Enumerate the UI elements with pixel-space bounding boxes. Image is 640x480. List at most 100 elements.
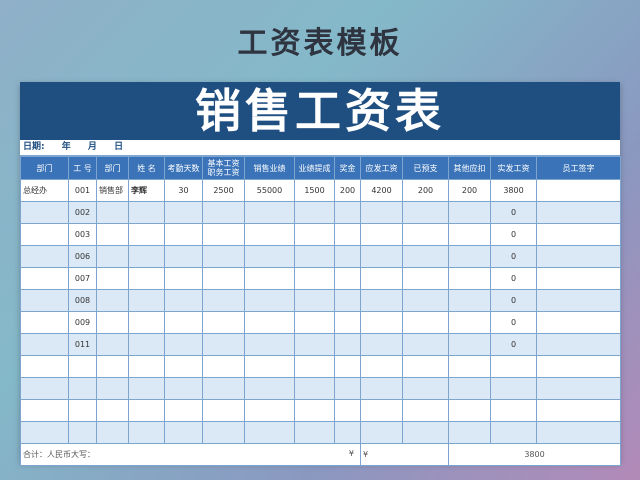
- table-cell[interactable]: [294, 311, 335, 334]
- table-cell[interactable]: 1500: [294, 179, 335, 202]
- table-cell[interactable]: [96, 377, 129, 400]
- table-cell[interactable]: [96, 267, 129, 290]
- table-cell[interactable]: [360, 223, 403, 246]
- table-cell[interactable]: [294, 355, 335, 378]
- table-cell[interactable]: [294, 267, 335, 290]
- table-cell[interactable]: [334, 201, 361, 224]
- table-cell[interactable]: [448, 223, 491, 246]
- table-cell[interactable]: 0: [490, 289, 537, 312]
- table-cell[interactable]: [536, 245, 621, 268]
- table-cell[interactable]: 3800: [490, 179, 537, 202]
- total-amount-cell[interactable]: 3800: [448, 443, 621, 466]
- table-cell[interactable]: [164, 245, 203, 268]
- table-cell[interactable]: [96, 333, 129, 356]
- table-cell[interactable]: [536, 223, 621, 246]
- table-cell[interactable]: [402, 399, 449, 422]
- table-cell[interactable]: [360, 245, 403, 268]
- table-cell[interactable]: [164, 223, 203, 246]
- table-cell[interactable]: [128, 289, 165, 312]
- table-cell[interactable]: [96, 245, 129, 268]
- table-cell[interactable]: [68, 399, 97, 422]
- table-cell[interactable]: [536, 311, 621, 334]
- table-cell[interactable]: [202, 355, 245, 378]
- table-cell[interactable]: [402, 333, 449, 356]
- table-cell[interactable]: [402, 223, 449, 246]
- table-cell[interactable]: [164, 267, 203, 290]
- table-cell[interactable]: [202, 223, 245, 246]
- table-cell[interactable]: 200: [448, 179, 491, 202]
- total-label-cell[interactable]: 合计：人民币大写： ¥: [20, 443, 361, 466]
- table-cell[interactable]: [202, 421, 245, 444]
- table-cell[interactable]: [68, 355, 97, 378]
- table-cell[interactable]: [294, 421, 335, 444]
- table-cell[interactable]: [244, 267, 295, 290]
- table-cell[interactable]: [128, 201, 165, 224]
- table-cell[interactable]: [536, 355, 621, 378]
- table-cell[interactable]: [536, 333, 621, 356]
- table-cell[interactable]: [202, 377, 245, 400]
- table-cell[interactable]: [96, 421, 129, 444]
- table-cell[interactable]: [164, 289, 203, 312]
- table-cell[interactable]: [20, 421, 69, 444]
- table-cell[interactable]: 007: [68, 267, 97, 290]
- table-cell[interactable]: [402, 201, 449, 224]
- table-cell[interactable]: [360, 421, 403, 444]
- table-cell[interactable]: [294, 201, 335, 224]
- table-cell[interactable]: 销售部: [96, 179, 129, 202]
- table-cell[interactable]: [244, 333, 295, 356]
- table-cell[interactable]: [402, 377, 449, 400]
- table-cell[interactable]: [244, 355, 295, 378]
- table-cell[interactable]: 0: [490, 311, 537, 334]
- table-cell[interactable]: [334, 399, 361, 422]
- table-cell[interactable]: [20, 245, 69, 268]
- table-cell[interactable]: [96, 289, 129, 312]
- table-cell[interactable]: [448, 267, 491, 290]
- table-cell[interactable]: 2500: [202, 179, 245, 202]
- table-cell[interactable]: [334, 245, 361, 268]
- table-cell[interactable]: [294, 223, 335, 246]
- table-cell[interactable]: [334, 377, 361, 400]
- table-cell[interactable]: [164, 377, 203, 400]
- table-cell[interactable]: [360, 267, 403, 290]
- table-cell[interactable]: 002: [68, 201, 97, 224]
- table-cell[interactable]: [244, 223, 295, 246]
- table-cell[interactable]: [334, 289, 361, 312]
- table-cell[interactable]: [68, 421, 97, 444]
- table-cell[interactable]: 30: [164, 179, 203, 202]
- table-cell[interactable]: [68, 377, 97, 400]
- table-cell[interactable]: 0: [490, 245, 537, 268]
- table-cell[interactable]: [334, 223, 361, 246]
- table-cell[interactable]: [96, 311, 129, 334]
- table-cell[interactable]: [490, 377, 537, 400]
- table-cell[interactable]: [490, 355, 537, 378]
- table-cell[interactable]: [334, 311, 361, 334]
- table-cell[interactable]: [128, 223, 165, 246]
- table-cell[interactable]: 总经办: [20, 179, 69, 202]
- table-cell[interactable]: [448, 311, 491, 334]
- table-cell[interactable]: [96, 355, 129, 378]
- table-cell[interactable]: 李辉: [128, 179, 165, 202]
- table-cell[interactable]: [448, 421, 491, 444]
- table-cell[interactable]: [164, 333, 203, 356]
- table-cell[interactable]: [402, 245, 449, 268]
- table-cell[interactable]: [164, 355, 203, 378]
- table-cell[interactable]: [244, 399, 295, 422]
- table-cell[interactable]: 0: [490, 223, 537, 246]
- table-cell[interactable]: [360, 289, 403, 312]
- table-cell[interactable]: [128, 311, 165, 334]
- table-cell[interactable]: [448, 289, 491, 312]
- table-cell[interactable]: 003: [68, 223, 97, 246]
- table-cell[interactable]: [96, 201, 129, 224]
- table-cell[interactable]: [20, 355, 69, 378]
- table-cell[interactable]: [128, 267, 165, 290]
- table-cell[interactable]: [20, 311, 69, 334]
- table-cell[interactable]: [202, 267, 245, 290]
- table-cell[interactable]: [20, 399, 69, 422]
- table-cell[interactable]: [536, 179, 621, 202]
- table-cell[interactable]: [202, 399, 245, 422]
- total-yen-cell[interactable]: ¥: [360, 443, 449, 466]
- table-cell[interactable]: [128, 333, 165, 356]
- table-cell[interactable]: [20, 201, 69, 224]
- table-cell[interactable]: [294, 289, 335, 312]
- table-cell[interactable]: 009: [68, 311, 97, 334]
